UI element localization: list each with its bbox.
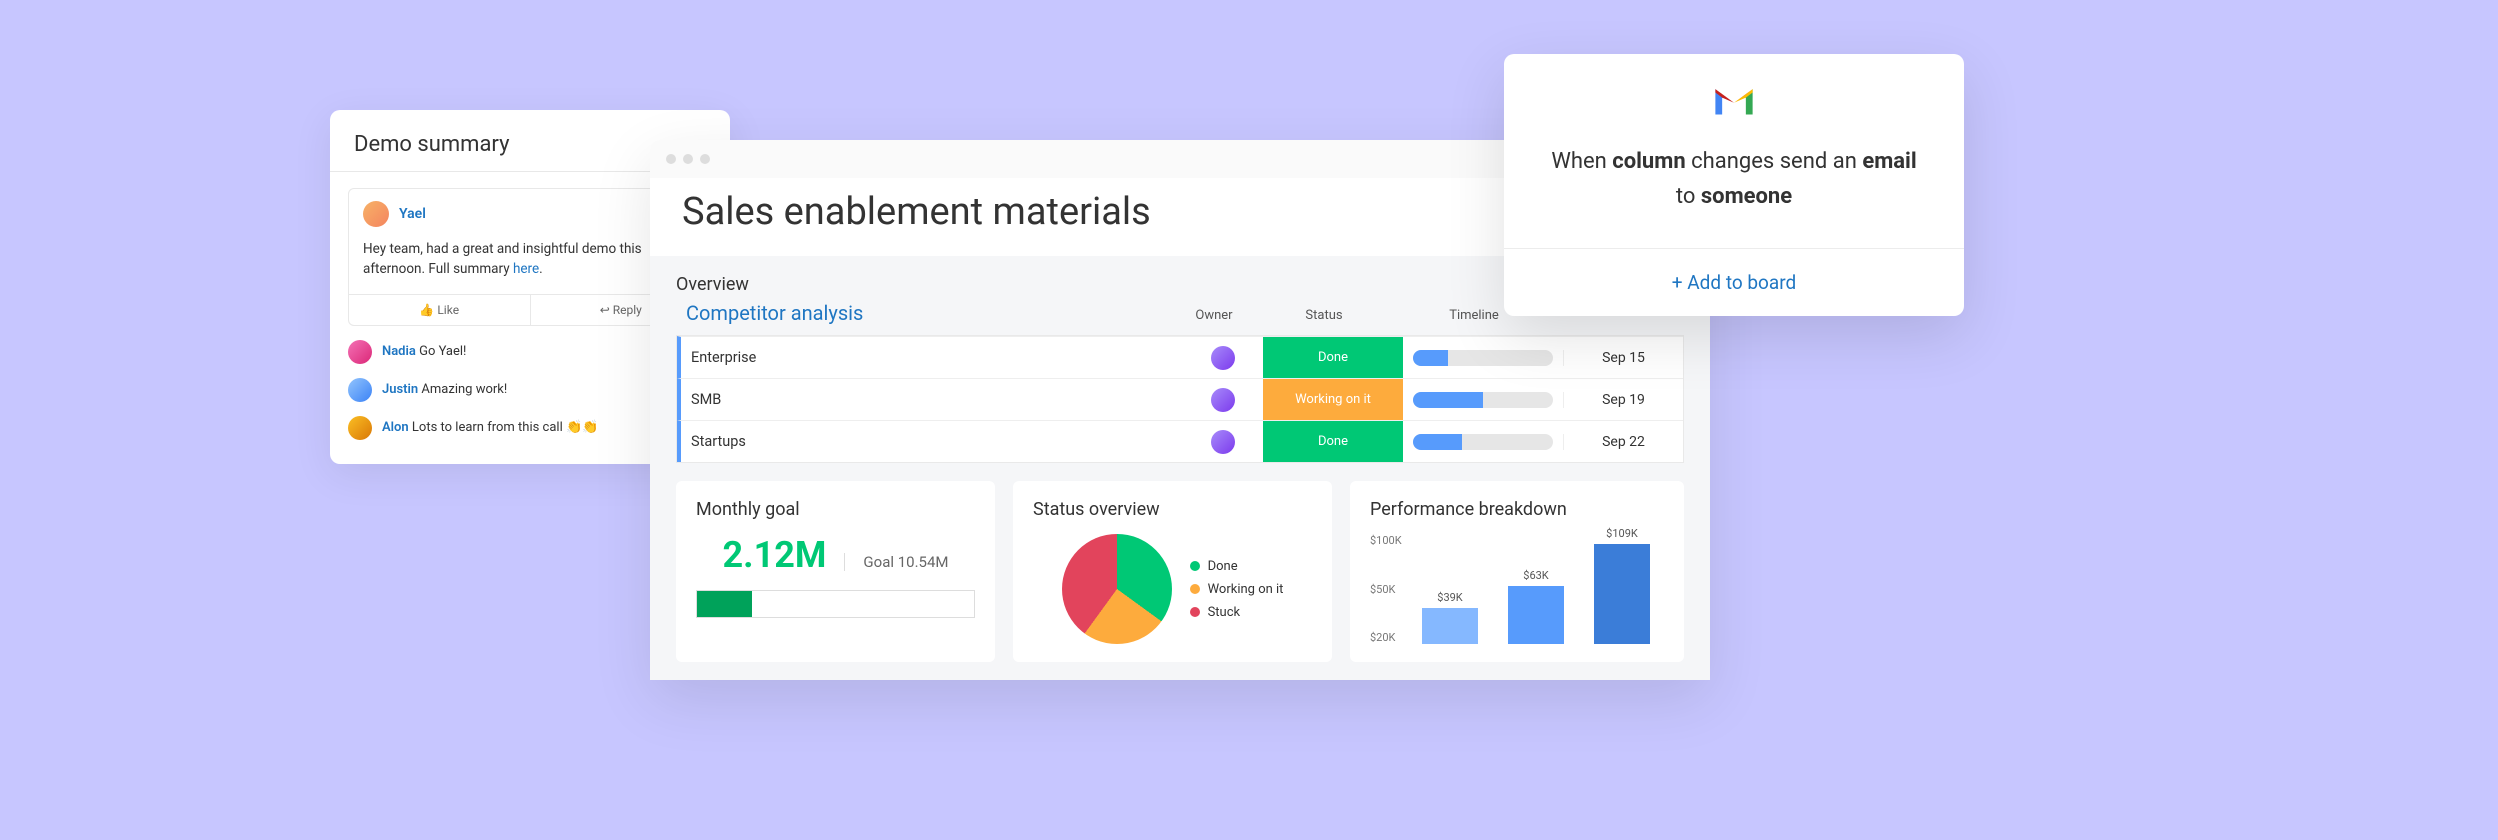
- post-author[interactable]: Yael: [399, 206, 426, 222]
- goal-progress-bar: [696, 590, 975, 618]
- item-name: Enterprise: [681, 349, 1183, 366]
- comment-author[interactable]: Nadia: [382, 344, 416, 359]
- owner-cell[interactable]: [1183, 430, 1263, 454]
- performance-widget: Performance breakdown $100K$50K$20K $39K…: [1350, 481, 1684, 662]
- like-button[interactable]: 👍 Like: [349, 295, 531, 325]
- legend-item: Done: [1190, 559, 1284, 574]
- add-to-board-button[interactable]: + Add to board: [1504, 248, 1964, 316]
- status-overview-widget: Status overview DoneWorking on itStuck: [1013, 481, 1332, 662]
- avatar: [348, 340, 372, 364]
- status-cell[interactable]: Working on it: [1263, 379, 1403, 420]
- date-cell: Sep 22: [1563, 434, 1683, 450]
- automation-card: When column changes send an email to som…: [1504, 54, 1964, 316]
- y-axis: $100K$50K$20K: [1370, 534, 1402, 644]
- owner-cell[interactable]: [1183, 346, 1263, 370]
- legend-item: Working on it: [1190, 582, 1284, 597]
- status-cell[interactable]: Done: [1263, 337, 1403, 378]
- bar-column: $109K: [1594, 527, 1650, 644]
- timeline-cell[interactable]: [1403, 350, 1563, 366]
- timeline-cell[interactable]: [1403, 434, 1563, 450]
- timeline-cell[interactable]: [1403, 392, 1563, 408]
- goal-target: Goal 10.54M: [844, 553, 948, 571]
- avatar: [348, 378, 372, 402]
- avatar: [348, 416, 372, 440]
- group-title[interactable]: Competitor analysis: [686, 301, 1174, 325]
- item-name: SMB: [681, 391, 1183, 408]
- monthly-goal-widget: Monthly goal 2.12M Goal 10.54M: [676, 481, 995, 662]
- table-row[interactable]: Enterprise Done Sep 15: [677, 336, 1683, 378]
- automation-recipe-text: When column changes send an email to som…: [1540, 144, 1928, 214]
- bar-column: $39K: [1422, 591, 1478, 644]
- avatar: [1211, 388, 1235, 412]
- gmail-icon: [1712, 84, 1756, 118]
- owner-cell[interactable]: [1183, 388, 1263, 412]
- date-cell: Sep 19: [1563, 392, 1683, 408]
- table-row[interactable]: SMB Working on it Sep 19: [677, 378, 1683, 420]
- legend-item: Stuck: [1190, 605, 1284, 620]
- performance-bar-chart: $100K$50K$20K $39K$63K$109K: [1370, 534, 1664, 644]
- goal-value: 2.12M: [723, 534, 827, 576]
- bar-column: $63K: [1508, 569, 1564, 644]
- goal-progress-fill: [697, 591, 752, 617]
- table-row[interactable]: Startups Done Sep 22: [677, 420, 1683, 462]
- comment-author[interactable]: Justin: [382, 382, 418, 397]
- post-link[interactable]: here: [513, 261, 539, 277]
- date-cell: Sep 15: [1563, 350, 1683, 366]
- item-name: Startups: [681, 433, 1183, 450]
- comment-author[interactable]: Alon: [382, 420, 409, 435]
- status-pie-chart: [1062, 534, 1172, 644]
- avatar: [363, 201, 389, 227]
- items-table: Enterprise Done Sep 15 SMB Working on it…: [676, 335, 1684, 463]
- avatar: [1211, 346, 1235, 370]
- avatar: [1211, 430, 1235, 454]
- status-cell[interactable]: Done: [1263, 421, 1403, 462]
- status-legend: Done Working on it Stuck: [1190, 559, 1284, 620]
